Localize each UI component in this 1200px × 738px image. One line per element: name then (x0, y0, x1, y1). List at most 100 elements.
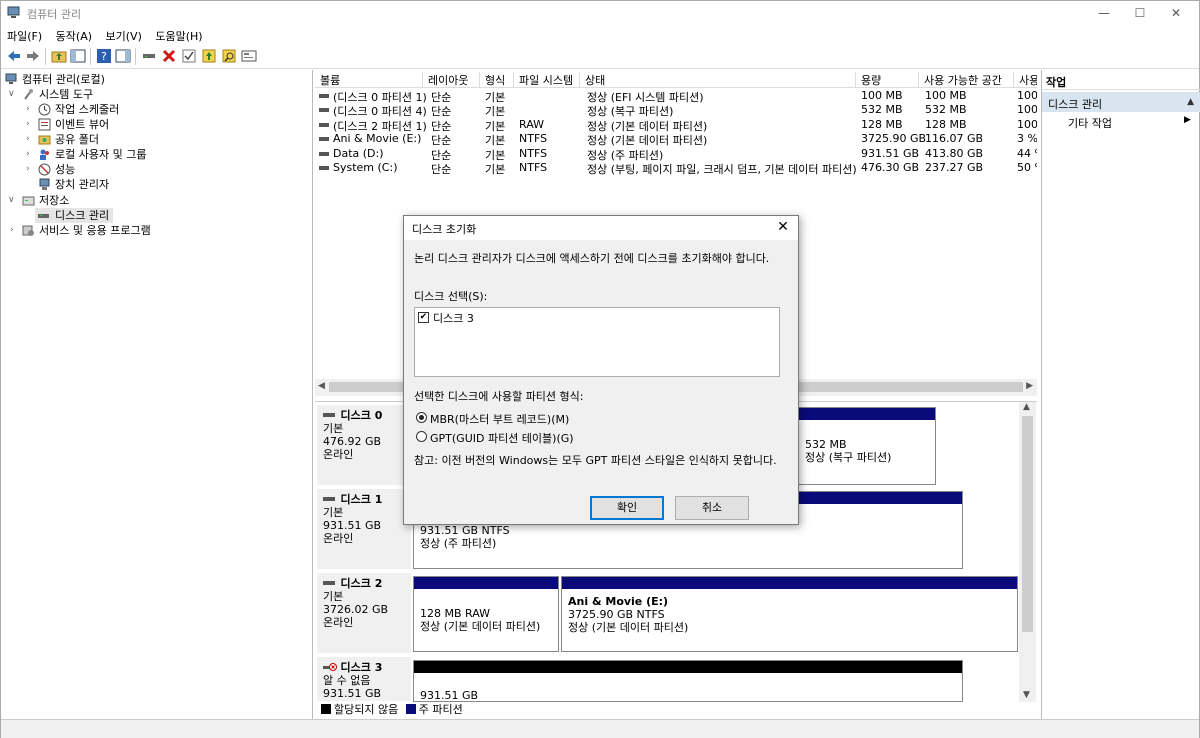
scroll-right-icon[interactable]: ▶ (1026, 381, 1033, 391)
chevron-right-icon[interactable]: › (26, 132, 36, 147)
tree-item-task-scheduler[interactable]: › 작업 스케줄러 (5, 102, 305, 117)
partition-color-bar (414, 661, 962, 673)
volume-icon (319, 166, 329, 170)
cell-capacity: 100 MB (861, 89, 903, 102)
collapse-icon[interactable]: ▲ (1187, 97, 1194, 107)
partition-recovery[interactable]: 532 MB 정상 (복구 파티션) (799, 407, 936, 485)
find-icon[interactable] (221, 48, 237, 64)
mbr-radio[interactable] (416, 412, 427, 423)
disk-3-checkbox[interactable]: ✔ (418, 312, 429, 323)
column-header-filesystem[interactable]: 파일 시스템 (514, 72, 580, 88)
dialog-close-icon[interactable]: ✕ (774, 218, 792, 236)
table-row[interactable]: (디스크 0 파티션 4) 단순 기본 정상 (복구 파티션) 532 MB 5… (315, 103, 1037, 118)
table-row[interactable]: Ani & Movie (E:) 단순 기본 NTFS 정상 (기본 데이터 파… (315, 132, 1037, 147)
vertical-scrollbar[interactable]: ▲ ▼ (1019, 402, 1036, 702)
chevron-down-icon[interactable]: ∨ (8, 193, 18, 208)
cell-volume: Data (D:) (333, 147, 384, 160)
cell-filesystem: NTFS (519, 132, 548, 145)
partition-color-bar (799, 408, 935, 420)
column-header-free-space[interactable]: 사용 가능한 공간 (919, 72, 1014, 88)
tree-item-services[interactable]: › 서비스 및 응용 프로그램 (5, 223, 305, 238)
chevron-right-icon[interactable]: › (26, 117, 36, 132)
scrollbar-thumb[interactable] (1022, 416, 1033, 632)
partition-ani-movie-e[interactable]: Ani & Movie (E:) 3725.90 GB NTFS 정상 (기본 … (561, 576, 1018, 652)
scroll-down-icon[interactable]: ▼ (1023, 690, 1030, 700)
settings-icon[interactable] (241, 48, 257, 64)
connect-icon[interactable] (141, 48, 157, 64)
users-icon (40, 149, 49, 160)
initialize-disk-dialog: 디스크 초기화 ✕ 논리 디스크 관리자가 디스크에 액세스하기 전에 디스크를… (403, 215, 799, 525)
up-folder-icon[interactable] (51, 48, 67, 64)
menu-file[interactable]: 파일(F) (1, 26, 46, 44)
menu-view[interactable]: 보기(V) (100, 26, 146, 44)
chevron-right-icon[interactable]: › (26, 147, 36, 162)
tree-item-shared-folders[interactable]: › 공유 폴더 (5, 132, 305, 147)
partition-style-label: 선택한 디스크에 사용할 파티션 형식: (414, 390, 584, 403)
help-icon[interactable]: ? (96, 48, 112, 64)
disk-select-list[interactable]: ✔ 디스크 3 (414, 307, 780, 377)
delete-icon[interactable] (161, 48, 177, 64)
show-hide-action-pane-icon[interactable] (115, 48, 131, 64)
column-header-layout[interactable]: 레이아웃 (423, 72, 480, 88)
cell-percent: 100 (1017, 118, 1037, 131)
toolbar-separator (45, 48, 46, 65)
partition-unallocated[interactable]: 931.51 GB (413, 660, 963, 702)
disk-icon (323, 413, 335, 417)
column-header-type[interactable]: 형식 (480, 72, 514, 88)
tree-item-event-viewer[interactable]: › 이벤트 뷰어 (5, 117, 305, 132)
column-header-capacity[interactable]: 용량 (856, 72, 919, 88)
partition-status: 정상 (기본 데이터 파티션) (420, 620, 541, 633)
menu-action[interactable]: 동작(A) (50, 26, 96, 44)
column-header-status[interactable]: 상태 (580, 72, 856, 88)
table-row[interactable]: (디스크 2 파티션 1) 단순 기본 RAW 정상 (기본 데이터 파티션) … (315, 118, 1037, 133)
tree-item-local-users[interactable]: › 로컬 사용자 및 그룹 (5, 147, 305, 162)
disk-info-0[interactable]: 디스크 0 기본 476.92 GB 온라인 (317, 405, 411, 485)
column-header-percent-free[interactable]: 사용 (1014, 72, 1037, 88)
scroll-up-icon[interactable]: ▲ (1023, 402, 1030, 412)
cell-filesystem: NTFS (519, 161, 548, 174)
cell-percent: 50 % (1017, 161, 1037, 174)
tree-item-root[interactable]: 컴퓨터 관리(로컬) (5, 72, 305, 87)
shared-folder-icon (38, 135, 51, 145)
disk-info-2[interactable]: 디스크 2 기본 3726.02 GB 온라인 (317, 573, 411, 653)
gpt-radio[interactable] (416, 431, 427, 442)
chevron-down-icon[interactable]: ∨ (8, 87, 18, 102)
chevron-right-icon[interactable]: › (26, 102, 36, 117)
column-header-volume[interactable]: 볼륨 (315, 72, 423, 88)
action-label: 기타 작업 (1068, 117, 1112, 130)
disk-info-3[interactable]: 디스크 3 알 수 없음 931.51 GB (317, 657, 411, 701)
tree-item-storage[interactable]: ∨ 저장소 (5, 193, 305, 208)
tree-item-disk-management[interactable]: 디스크 관리 (35, 208, 113, 223)
mbr-option[interactable]: MBR(마스터 부트 레코드)(M) (414, 410, 614, 426)
back-icon[interactable] (6, 48, 22, 64)
show-hide-tree-icon[interactable] (70, 48, 86, 64)
import-icon[interactable] (201, 48, 217, 64)
scroll-left-icon[interactable]: ◀ (318, 381, 325, 391)
disk-error-icon (323, 663, 337, 671)
disk-type: 기본 (323, 422, 344, 435)
disk-info-1[interactable]: 디스크 1 기본 931.51 GB 온라인 (317, 489, 411, 569)
tree-item-performance[interactable]: › 성능 (5, 162, 305, 177)
menu-bar: 파일(F) 동작(A) 보기(V) 도움말(H) (1, 26, 1199, 44)
partition-size: 931.51 GB NTFS (420, 524, 510, 537)
properties-icon[interactable] (181, 48, 197, 64)
table-row[interactable]: (디스크 0 파티션 1) 단순 기본 정상 (EFI 시스템 파티션) 100… (315, 89, 1037, 104)
chevron-right-icon[interactable]: › (10, 223, 20, 238)
cancel-button[interactable]: 취소 (675, 496, 749, 520)
tree-item-device-manager[interactable]: 장치 관리자 (5, 177, 305, 192)
table-row[interactable]: System (C:) 단순 기본 NTFS 정상 (부팅, 페이지 파일, 크… (315, 161, 1037, 176)
gpt-option[interactable]: GPT(GUID 파티션 테이블)(G) (414, 429, 614, 445)
actions-section-disk-management[interactable]: 디스크 관리 ▲ (1042, 92, 1200, 112)
action-more-actions[interactable]: 기타 작업 ▶ (1068, 115, 1191, 131)
ok-button[interactable]: 확인 (590, 496, 664, 520)
cell-free: 413.80 GB (925, 147, 984, 160)
forward-icon[interactable] (25, 48, 41, 64)
tree-item-system-tools[interactable]: ∨ 시스템 도구 (5, 87, 305, 102)
table-row[interactable]: Data (D:) 단순 기본 NTFS 정상 (주 파티션) 931.51 G… (315, 147, 1037, 162)
list-item-disk-3[interactable]: ✔ 디스크 3 (415, 308, 615, 326)
chevron-right-icon[interactable]: › (26, 162, 36, 177)
window-title: 컴퓨터 관리 (27, 8, 82, 21)
menu-help[interactable]: 도움말(H) (149, 26, 206, 44)
close-button[interactable]: ✕ (1153, 1, 1199, 25)
partition-raw[interactable]: 128 MB RAW 정상 (기본 데이터 파티션) (413, 576, 559, 652)
